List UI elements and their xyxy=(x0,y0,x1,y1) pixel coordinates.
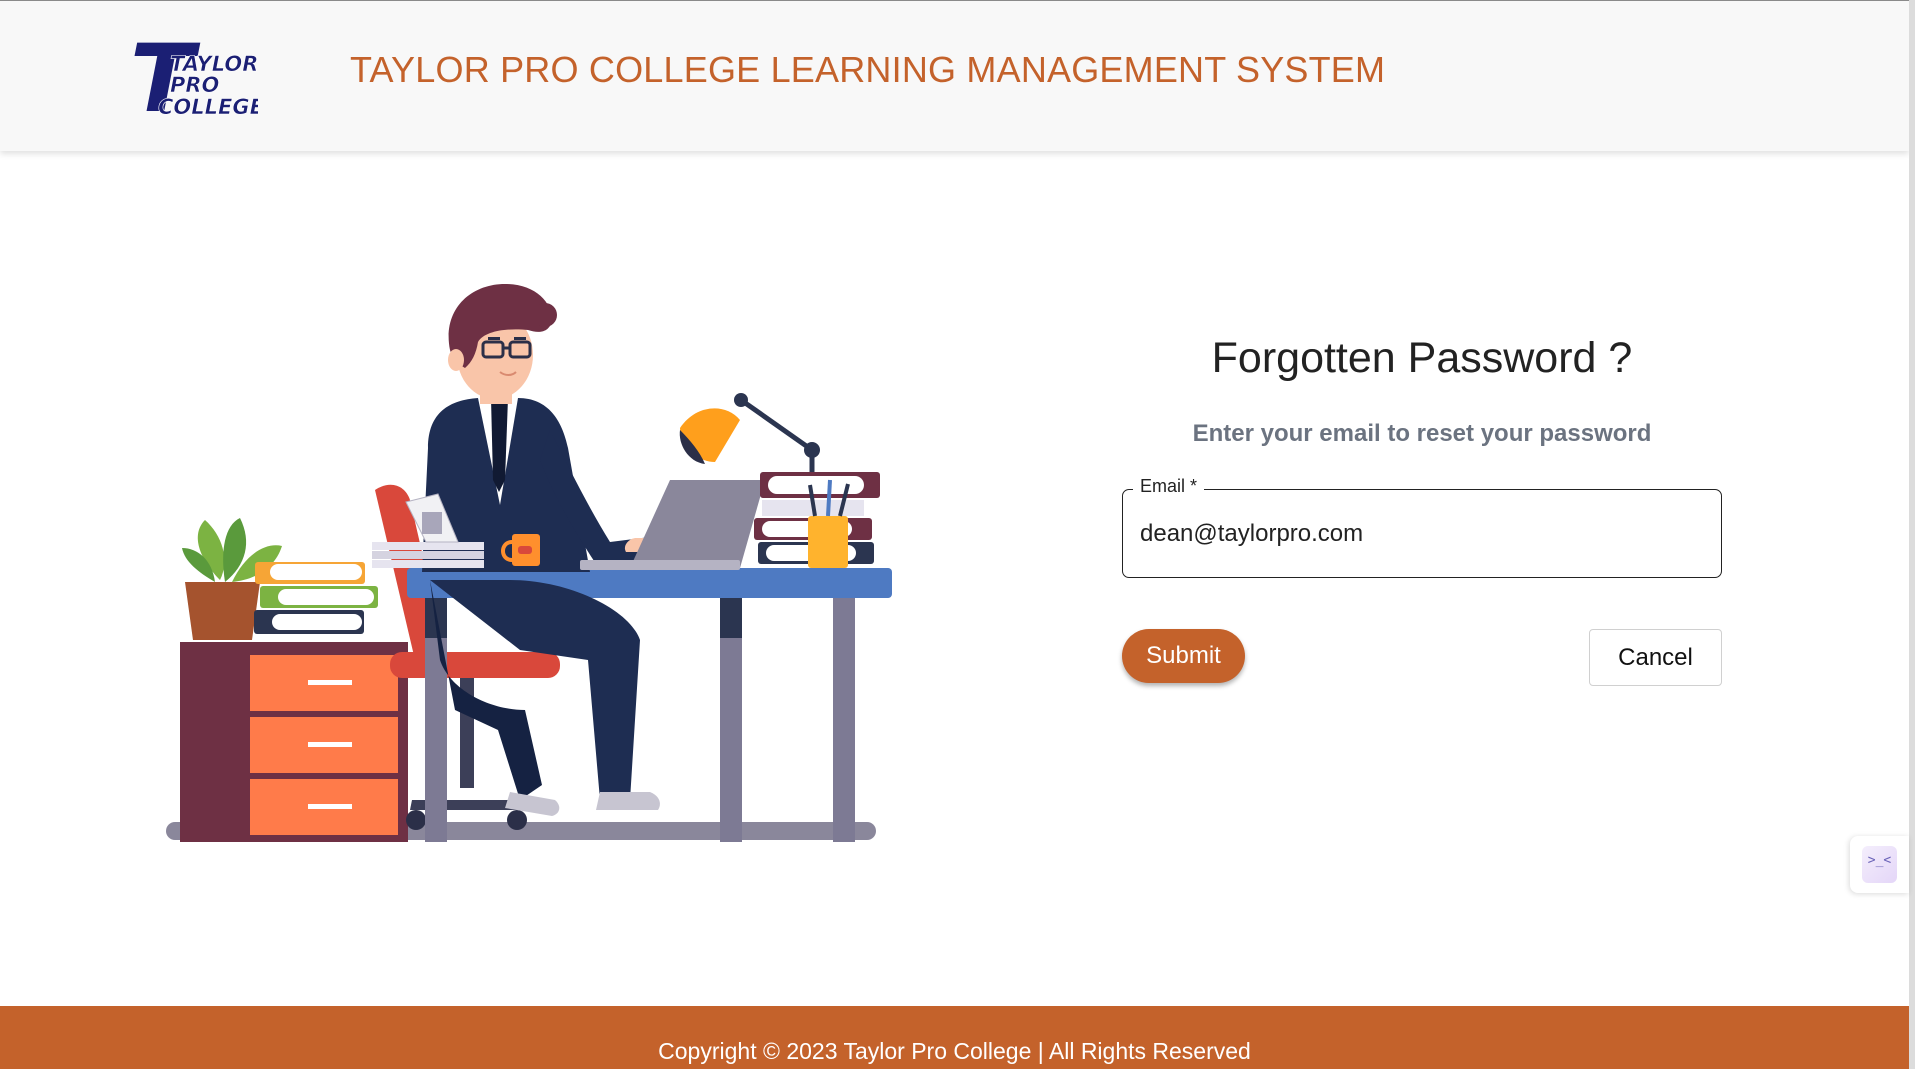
email-label: Email * xyxy=(1133,476,1205,497)
lamp-arm xyxy=(739,397,814,453)
page-scrollbar[interactable] xyxy=(1909,0,1915,1069)
forgot-password-page: T TAYLOR PRO COLLEGE TAYLOR PRO COLLEGE … xyxy=(0,0,1915,1069)
drawer-handle-3 xyxy=(308,804,352,809)
drawer-handle-1 xyxy=(308,680,352,685)
copyright-text: Copyright © 2023 Taylor Pro College | Al… xyxy=(658,1038,1251,1064)
college-logo[interactable]: T TAYLOR PRO COLLEGE xyxy=(128,33,258,121)
chair-seat xyxy=(390,652,560,678)
drawer-handle-2 xyxy=(308,742,352,747)
submit-button[interactable]: Submit xyxy=(1122,629,1245,683)
page-title: Forgotten Password ? xyxy=(1211,334,1633,382)
paper-stack xyxy=(372,542,484,550)
cancel-button[interactable]: Cancel xyxy=(1589,629,1722,686)
pencil-cup xyxy=(808,516,848,568)
email-field[interactable]: Email * xyxy=(1122,476,1722,578)
floating-assistant-widget[interactable]: >_< xyxy=(1850,836,1909,893)
laptop-base xyxy=(580,560,740,570)
page-footer: Copyright © 2023 Taylor Pro College | Al… xyxy=(0,1006,1909,1069)
person-at-desk-illustration xyxy=(166,284,892,842)
laptop-screen xyxy=(630,480,765,568)
desk-leg-3 xyxy=(833,598,855,842)
person-ear xyxy=(448,349,464,371)
page-subtitle: Enter your email to reset your password xyxy=(1192,420,1652,447)
email-input[interactable] xyxy=(1140,517,1700,551)
logo-line-3: COLLEGE xyxy=(158,95,258,119)
person-shoe-1 xyxy=(596,792,660,810)
app-title: TAYLOR PRO COLLEGE LEARNING MANAGEMENT S… xyxy=(350,49,1386,90)
terminal-icon[interactable]: >_< xyxy=(1862,846,1897,883)
plant-pot xyxy=(185,582,260,640)
logo-line-2: PRO xyxy=(170,73,220,97)
app-header: T TAYLOR PRO COLLEGE TAYLOR PRO COLLEGE … xyxy=(0,0,1909,151)
